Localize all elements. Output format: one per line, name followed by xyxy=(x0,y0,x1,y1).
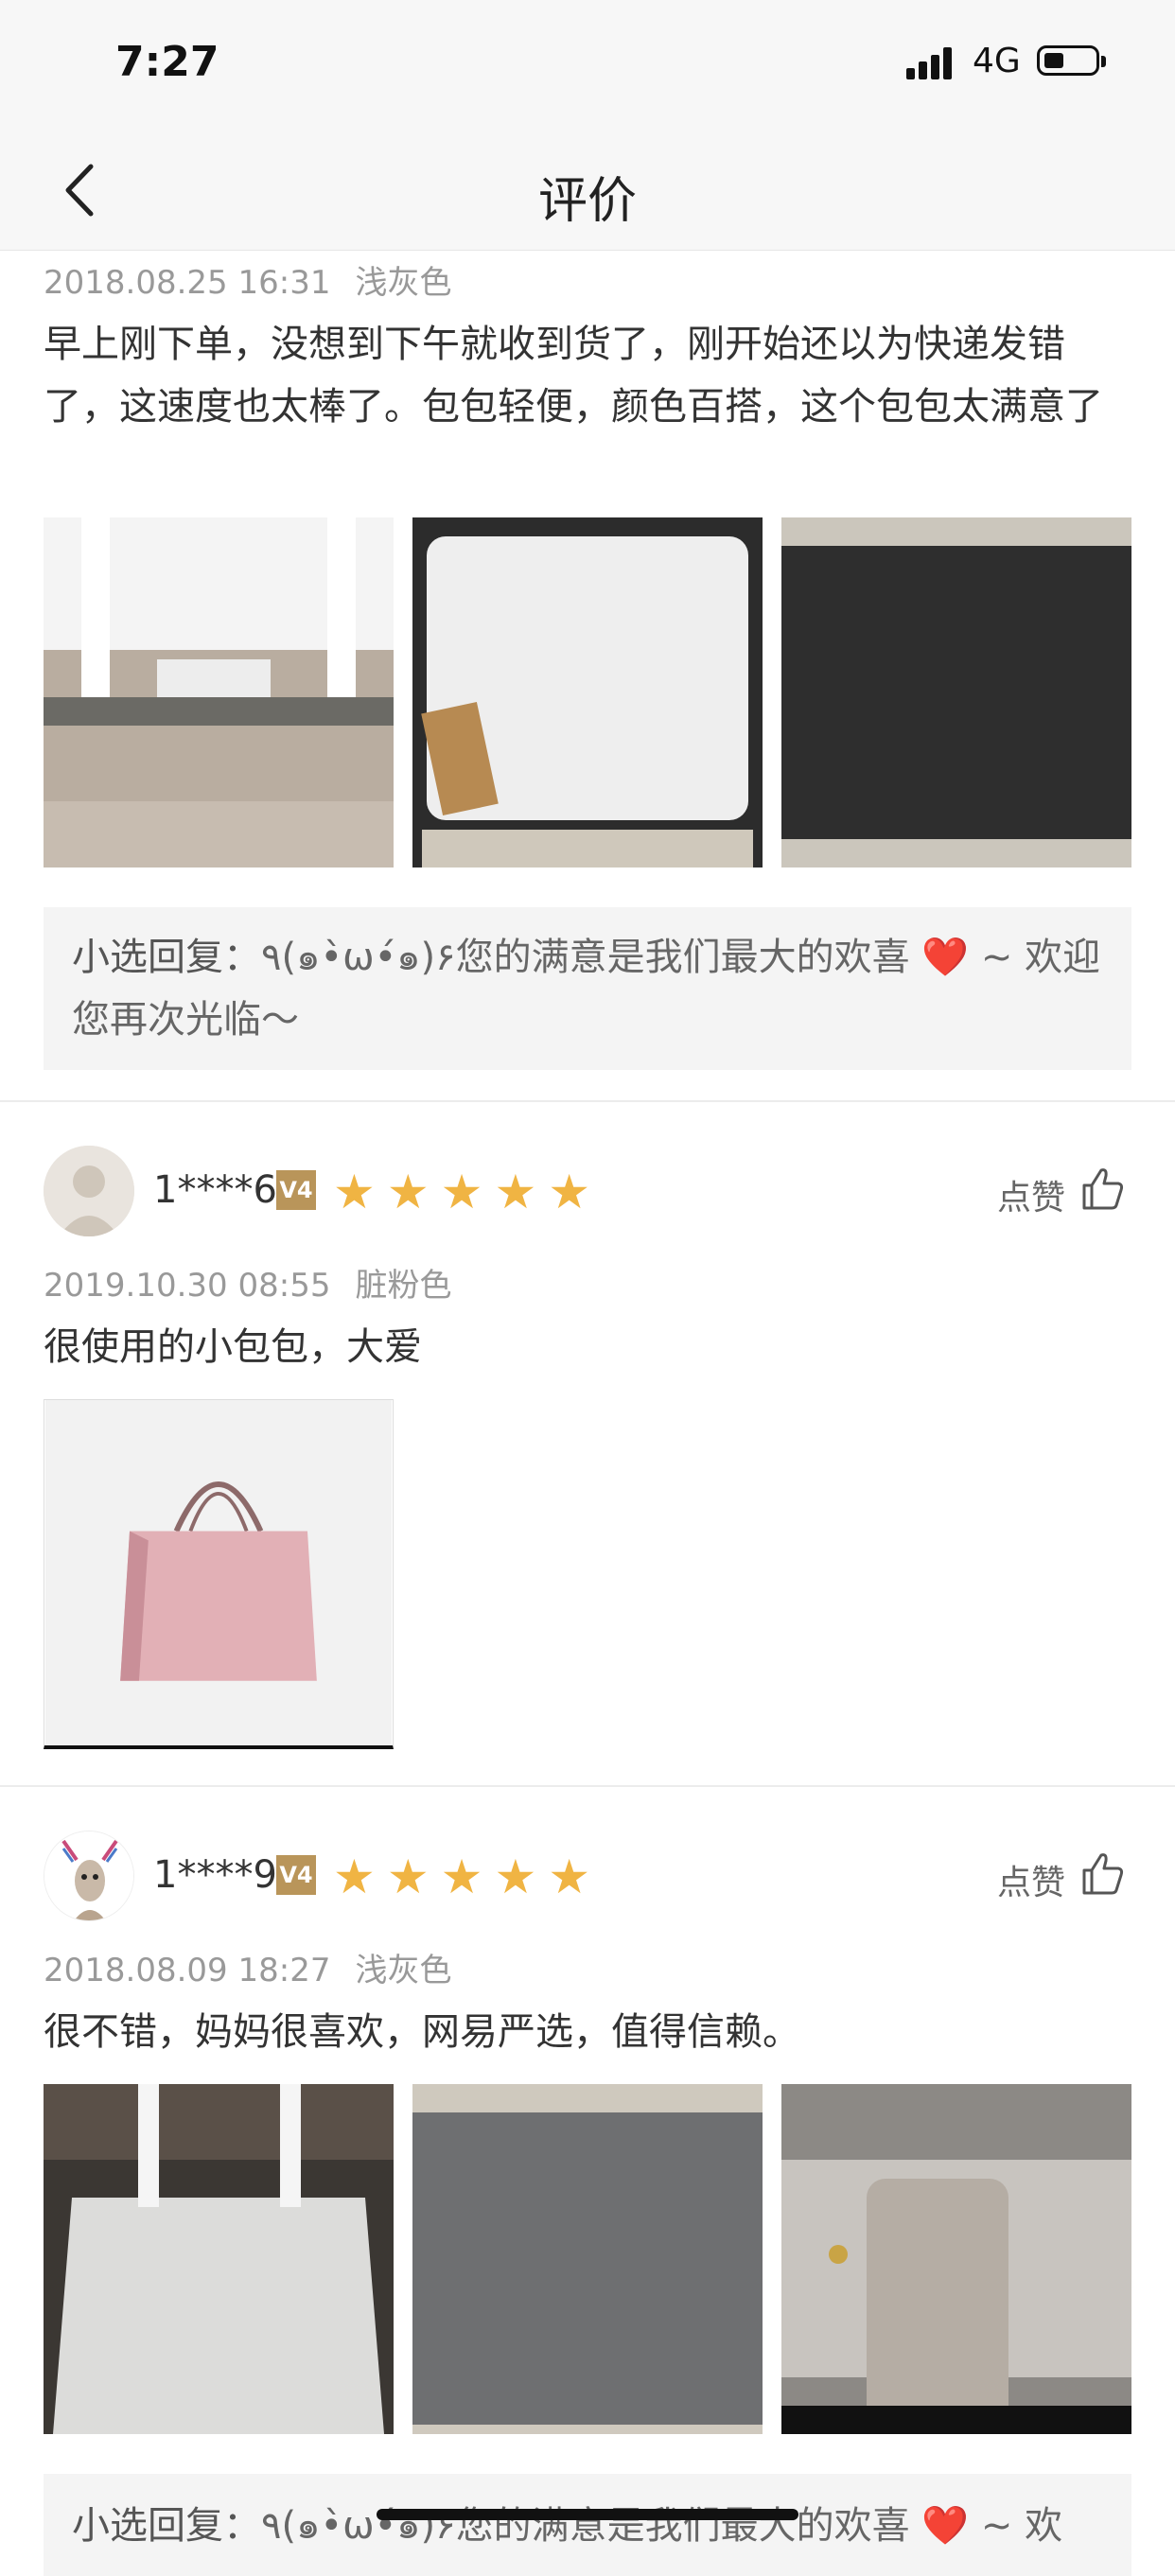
review-date: 2018.08.09 18:27 xyxy=(44,1952,331,1989)
review-photo[interactable] xyxy=(44,517,394,867)
nav-bar: 评价 xyxy=(0,132,1175,251)
review-photo[interactable] xyxy=(44,2084,394,2434)
review-header: 1****9 V4 ★★★★★ 点赞 xyxy=(0,1831,1175,1925)
review-date: 2018.08.25 16:31 xyxy=(44,264,331,302)
review-header: 1****6 V4 ★★★★★ 点赞 xyxy=(0,1146,1175,1240)
merchant-reply: 小选回复：٩(๑•̀ω•́๑)۶您的满意是我们最大的欢喜 ❤️ ~ 欢迎您再次光… xyxy=(44,907,1131,1070)
review-date: 2019.10.30 08:55 xyxy=(44,1267,331,1305)
review-spec: 浅灰色 xyxy=(355,264,452,302)
merchant-reply: 小选回复：٩(๑•̀ω•́๑)۶您的满意是我们最大的欢喜 ❤️ ~ 欢 xyxy=(44,2474,1131,2576)
thumbs-up-icon[interactable] xyxy=(1077,1163,1128,1214)
review-photo[interactable] xyxy=(781,2084,1131,2434)
review-meta: 2019.10.30 08:55 脏粉色 xyxy=(44,1259,451,1306)
reply-label: 小选回复： xyxy=(72,2504,261,2548)
review-photo[interactable] xyxy=(412,517,763,867)
review-text: 早上刚下单，没想到下午就收到货了，刚开始还以为快递发错了，这速度也太棒了。包包轻… xyxy=(44,323,1103,429)
signal-icon xyxy=(906,45,956,79)
home-indicator[interactable] xyxy=(377,2509,798,2520)
status-time: 7:27 xyxy=(115,38,219,86)
review-spec: 脏粉色 xyxy=(355,1267,452,1305)
thumbs-up-icon[interactable] xyxy=(1077,1848,1128,1899)
like-label[interactable]: 点赞 xyxy=(997,1170,1065,1219)
divider xyxy=(0,1785,1175,1787)
avatar[interactable] xyxy=(44,1831,134,1921)
username: 1****9 xyxy=(153,1853,277,1897)
vip-badge: V4 xyxy=(276,1855,316,1895)
battery-icon xyxy=(1037,45,1106,76)
vip-badge: V4 xyxy=(276,1170,316,1210)
status-bar: 7:27 4G xyxy=(0,0,1175,132)
username: 1****6 xyxy=(153,1168,277,1212)
review-photo[interactable] xyxy=(44,1399,394,1749)
divider xyxy=(0,1100,1175,1102)
reply-label: 小选回复： xyxy=(72,936,261,979)
rating-stars: ★★★★★ xyxy=(333,1165,603,1219)
review-meta: 2018.08.09 18:27 浅灰色 xyxy=(44,1944,451,1990)
like-label[interactable]: 点赞 xyxy=(997,1855,1065,1904)
review-photo[interactable] xyxy=(412,2084,763,2434)
review-spec: 浅灰色 xyxy=(355,1952,452,1989)
avatar[interactable] xyxy=(44,1146,134,1236)
page-title: 评价 xyxy=(537,173,637,230)
network-type: 4G xyxy=(973,42,1021,80)
rating-stars: ★★★★★ xyxy=(333,1849,603,1904)
review-text: 很使用的小包包，大爱 xyxy=(44,1325,422,1369)
review-text: 很不错，妈妈很喜欢，网易严选，值得信赖。 xyxy=(44,2010,800,2054)
review-photo[interactable] xyxy=(781,517,1131,867)
review-meta: 2018.08.25 16:31 浅灰色 xyxy=(44,256,451,303)
